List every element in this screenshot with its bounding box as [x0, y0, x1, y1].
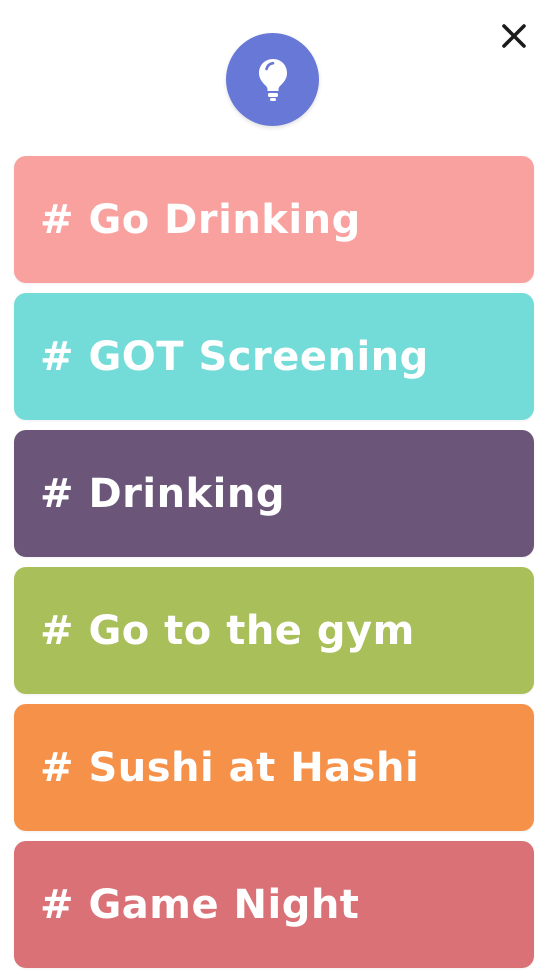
close-icon	[502, 24, 526, 48]
topic-card[interactable]: # GOT Screening	[14, 293, 534, 420]
topic-label: # Go to the gym	[40, 607, 415, 654]
topic-label: # GOT Screening	[40, 333, 429, 380]
topic-label: # Game Night	[40, 881, 360, 928]
topic-label: # Go Drinking	[40, 196, 361, 243]
topic-label: # Sushi at Hashi	[40, 744, 420, 791]
topic-card[interactable]: # Go Drinking	[14, 156, 534, 283]
topic-list: # Go Drinking # GOT Screening # Drinking…	[14, 156, 534, 972]
lightbulb-badge	[226, 33, 319, 126]
topic-picker-screen: # Go Drinking # GOT Screening # Drinking…	[0, 0, 546, 972]
lightbulb-icon	[258, 58, 287, 101]
topic-card[interactable]: # Go to the gym	[14, 567, 534, 694]
topic-card[interactable]: # Sushi at Hashi	[14, 704, 534, 831]
close-button[interactable]	[496, 18, 532, 54]
topic-card[interactable]: # Drinking	[14, 430, 534, 557]
topic-card[interactable]: # Game Night	[14, 841, 534, 968]
topic-label: # Drinking	[40, 470, 285, 517]
